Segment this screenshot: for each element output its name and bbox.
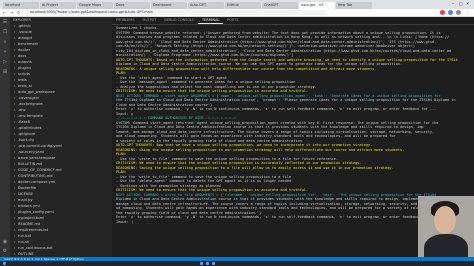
- terminal-line: ITS104 Diploma in Cloud and Data Centre …: [116, 125, 424, 129]
- run-debug-icon[interactable]: ▷: [2, 59, 8, 65]
- sidebar-item-label: OUTLINE: [18, 252, 34, 256]
- sidebar-item-label: .flake8: [18, 120, 31, 124]
- sidebar-item-label: tests: [18, 78, 27, 82]
- sidebar-item-label: CONTRIBUTING.md: [18, 174, 53, 178]
- panel-tab[interactable]: OUTPUT: [139, 17, 161, 24]
- taskbar-app-icon[interactable]: [200, 262, 203, 265]
- gear-icon[interactable]: ⚙: [2, 248, 8, 254]
- browser-tab[interactable]: Auto-GPT: [188, 2, 224, 9]
- terminal-line: Enter 'y' to authorise command, 'y -N' t…: [116, 107, 437, 111]
- sidebar-item-label: requirements.txt: [18, 228, 49, 232]
- sidebar-item-label: .gitignore: [18, 132, 36, 136]
- terminal-line: discusses courses and programs related t…: [116, 35, 450, 39]
- sidebar-item-label: run.sh: [18, 240, 30, 244]
- browser-tab[interactable]: Dashboard: [151, 2, 187, 9]
- terminal-output[interactable]: Summarized 1 chunks. SYSTEM: Command brow…: [116, 26, 468, 254]
- activity-bar: ☰ ❐ ⌕ ⑂ ▷ ⊞ ◉ ⚙: [0, 17, 10, 257]
- panel-tab[interactable]: PROBLEMS: [112, 17, 139, 24]
- sidebar-item-label: docker-compose.yml: [18, 180, 56, 184]
- terminal-line: the ITS104 Diploma in Cloud and Data Cen…: [116, 98, 456, 102]
- sidebar-item-label: .gitattributes: [18, 126, 42, 130]
- panel-tab[interactable]: TERMINAL: [198, 17, 224, 24]
- taskbar-app-icon[interactable]: [206, 262, 209, 265]
- sidebar-item-label: tests_ai: [18, 84, 32, 88]
- sidebar-item-label: .coveragerc: [18, 96, 40, 100]
- sidebar-item-label: .github: [18, 24, 31, 28]
- terminal-line: ud computing. Students will gain hands-o…: [116, 206, 428, 210]
- extensions-icon[interactable]: ⊞: [2, 69, 8, 75]
- webcam-person-face: [434, 206, 456, 234]
- file-tree: › .github › .vscode › autogpt › benchmark › docke…: [10, 23, 112, 257]
- browser-tab[interactable]: localhost: [3, 2, 39, 9]
- extension-icon[interactable]: [440, 10, 445, 15]
- menu-icon[interactable]: ☰: [2, 19, 8, 25]
- sidebar-item-label: CODE_OF_CONDUCT.md: [18, 168, 62, 172]
- panel-tab[interactable]: DEBUG CONSOLE: [160, 17, 198, 24]
- sidebar-item-label: main.py: [18, 198, 33, 202]
- webcam-overlay: [418, 196, 474, 257]
- sidebar-item-label: mkdocs.yml: [18, 204, 40, 208]
- source-control-icon[interactable]: ⑂: [2, 49, 8, 55]
- browser-tab[interactable]: AI Project: [40, 2, 76, 9]
- extension-icon[interactable]: [448, 10, 453, 15]
- forward-icon[interactable]: →: [10, 10, 13, 15]
- sidebar-item-label: .isort.cfg: [18, 138, 34, 142]
- sidebar-item-label: docker: [18, 48, 31, 52]
- sidebar-item-label: BULLETIN.md: [18, 162, 43, 166]
- terminal-line: Enter 'y' to authorise command, 'y -N' t…: [116, 215, 437, 219]
- sidebar-item-label: .env.template: [18, 114, 43, 118]
- profile-avatar[interactable]: [456, 10, 461, 15]
- explorer-sidebar: EXPLORER › .github › .vscode › autogpt › benchm…: [10, 17, 112, 257]
- sidebar-item-label: LICENSE: [18, 192, 34, 196]
- sidebar-item-label: .sourcery.yaml: [18, 150, 45, 154]
- url-input[interactable]: localhost:3000/?folder=/auto-gpt&workspa…: [26, 10, 326, 15]
- sidebar-item-label: benchmark: [18, 42, 39, 46]
- minimize-icon[interactable]: –: [452, 1, 454, 6]
- sidebar-item-label: docs: [18, 54, 27, 58]
- maximize-icon[interactable]: □: [459, 1, 463, 6]
- sidebar-item-label: Dockerfile: [18, 186, 37, 190]
- sidebar-item-label: run.bat: [18, 234, 32, 238]
- panel-tab[interactable]: PORTS: [223, 17, 242, 24]
- browser-tab[interactable]: New Tab: [336, 2, 372, 9]
- sidebar-item-label: run_continuous.bat: [18, 246, 53, 250]
- browser-tab[interactable]: Google Maps: [77, 2, 113, 9]
- sidebar-item-label: plugins_config.yaml: [18, 210, 54, 214]
- start-icon[interactable]: [3, 262, 6, 265]
- sidebar-item-label: pyproject.toml: [18, 216, 45, 220]
- sidebar-item-label: plugins: [18, 66, 31, 70]
- browser-tab-strip: localhost AI Project Google Maps Docs Dashbo…: [0, 0, 474, 9]
- search-icon[interactable]: ⌕: [2, 39, 8, 45]
- close-icon[interactable]: ✕: [466, 1, 469, 6]
- sidebar-item-label: autogpt: [18, 36, 33, 40]
- browser-tab[interactable]: auto-gpt - VS: [299, 2, 335, 9]
- address-bar-row: ← → ↻ localhost:3000/?folder=/auto-gpt&w…: [0, 9, 474, 17]
- browser-tab[interactable]: GitHub: [225, 2, 261, 9]
- sidebar-item-label: azure.yaml.template: [18, 156, 56, 160]
- browser-tab[interactable]: ChatGPT: [262, 2, 298, 9]
- account-icon[interactable]: ◉: [2, 239, 8, 245]
- sidebar-item-label: .dockerignore: [18, 102, 43, 106]
- sidebar-item-label: .env: [18, 108, 26, 112]
- reload-icon[interactable]: ↻: [17, 10, 20, 15]
- sidebar-item-label: README.md: [18, 222, 41, 226]
- sidebar-item-label: .vscode: [18, 30, 32, 34]
- panel-tab-bar: PROBLEMS OUTPUT DEBUG CONSOLE TERMINAL PORTS: [112, 17, 474, 25]
- sidebar-item-label: .pre-commit-config.yaml: [18, 144, 63, 148]
- browser-tab[interactable]: Docs: [114, 2, 150, 9]
- more-menu-icon[interactable]: ⋮: [465, 10, 469, 15]
- sidebar-item-label: outputs: [18, 60, 32, 64]
- os-taskbar: [0, 261, 474, 266]
- back-icon[interactable]: ←: [3, 10, 6, 15]
- sidebar-item-label: auto_gpt_workspace: [18, 90, 55, 94]
- terminal-line: Input: |: [116, 219, 134, 224]
- explorer-icon[interactable]: ❐: [2, 29, 8, 35]
- taskbar-app-icon[interactable]: [212, 262, 215, 265]
- webcam-person-body: [424, 234, 468, 257]
- sidebar-item-label: scripts: [18, 72, 30, 76]
- terminal-line: Diploma in Cloud and Data Centre Adminis…: [116, 197, 424, 201]
